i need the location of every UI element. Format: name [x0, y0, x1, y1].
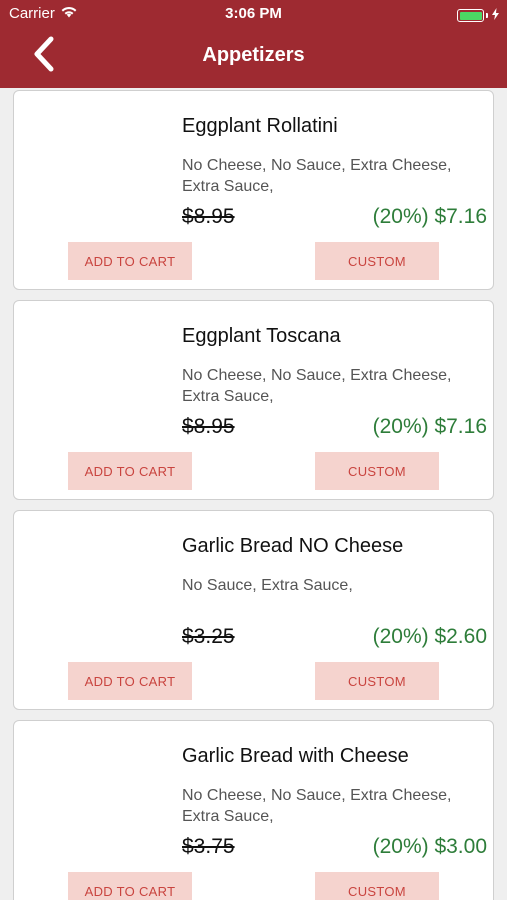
add-to-cart-button[interactable]: ADD TO CART	[68, 872, 192, 900]
item-name: Eggplant Rollatini	[182, 115, 338, 137]
discount-price: (20%) $3.00	[372, 835, 487, 858]
battery-icon	[457, 9, 484, 22]
custom-button[interactable]: CUSTOM	[315, 662, 439, 700]
menu-item-card: Garlic Bread NO Cheese No Sauce, Extra S…	[13, 510, 494, 710]
add-to-cart-button[interactable]: ADD TO CART	[68, 452, 192, 490]
item-name: Eggplant Toscana	[182, 325, 341, 347]
discount-price: (20%) $7.16	[372, 415, 487, 438]
add-to-cart-button[interactable]: ADD TO CART	[68, 662, 192, 700]
item-options: No Sauce, Extra Sauce,	[182, 577, 353, 594]
discount-price: (20%) $2.60	[372, 625, 487, 648]
battery-fill	[459, 11, 482, 20]
item-name: Garlic Bread NO Cheese	[182, 535, 404, 557]
menu-item-card: Eggplant Toscana No Cheese, No Sauce, Ex…	[13, 300, 494, 500]
discount-price: (20%) $7.16	[372, 205, 487, 228]
app-header: Carrier 3:06 PM Appetizers	[0, 0, 507, 88]
item-name: Garlic Bread with Cheese	[182, 745, 409, 767]
add-to-cart-button[interactable]: ADD TO CART	[68, 242, 192, 280]
menu-item-card: Eggplant Rollatini No Cheese, No Sauce, …	[13, 90, 494, 290]
item-options: No Cheese, No Sauce, Extra Cheese, Extra…	[182, 367, 452, 405]
custom-button[interactable]: CUSTOM	[315, 872, 439, 900]
original-price: $3.75	[182, 835, 235, 858]
item-options: No Cheese, No Sauce, Extra Cheese, Extra…	[182, 157, 452, 195]
menu-item-list[interactable]: Eggplant Rollatini No Cheese, No Sauce, …	[0, 88, 507, 900]
nav-bar: Appetizers	[0, 28, 507, 88]
page-title: Appetizers	[202, 44, 305, 66]
custom-button[interactable]: CUSTOM	[315, 452, 439, 490]
item-options: No Cheese, No Sauce, Extra Cheese, Extra…	[182, 787, 452, 825]
menu-item-card: Garlic Bread with Cheese No Cheese, No S…	[13, 720, 494, 900]
original-price: $3.25	[182, 625, 235, 648]
battery-indicator	[457, 7, 499, 24]
status-time: 3:06 PM	[225, 5, 282, 22]
battery-tip	[486, 13, 488, 18]
status-bar: Carrier 3:06 PM	[0, 0, 507, 28]
original-price: $8.95	[182, 415, 235, 438]
original-price: $8.95	[182, 205, 235, 228]
custom-button[interactable]: CUSTOM	[315, 242, 439, 280]
charging-bolt-icon	[492, 7, 499, 24]
